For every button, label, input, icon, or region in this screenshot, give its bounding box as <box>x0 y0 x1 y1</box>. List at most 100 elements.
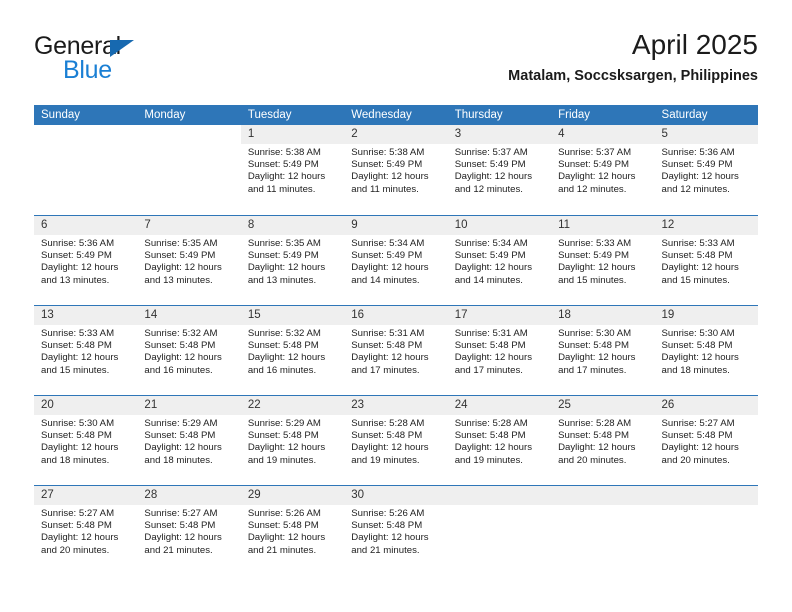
calendar-day-cell[interactable]: 18 Sunrise: 5:30 AM Sunset: 5:48 PM Dayligh… <box>551 306 655 395</box>
day-number: 27 <box>41 489 54 501</box>
calendar-day-cell[interactable]: 10 Sunrise: 5:34 AM Sunset: 5:49 PM Dayligh… <box>447 216 552 305</box>
calendar-day-cell[interactable]: 20 Sunrise: 5:30 AM Sunset: 5:48 PM Dayligh… <box>34 396 138 485</box>
daylight-text-line1: Daylight: 12 hours <box>661 171 739 183</box>
calendar-day-cell[interactable]: 9 Sunrise: 5:34 AM Sunset: 5:49 PM Daylight… <box>344 216 448 305</box>
calendar-day-cell[interactable]: 19 Sunrise: 5:30 AM Sunset: 5:48 PM Dayligh… <box>654 306 758 395</box>
day-number-band: 7 <box>137 216 241 235</box>
day-sun-info: Sunrise: 5:30 AM Sunset: 5:48 PM Daylight:… <box>655 325 758 377</box>
day-number-band: 3 <box>447 125 552 144</box>
day-number-band: 11 <box>551 216 655 235</box>
sunset-text: Sunset: 5:48 PM <box>558 340 630 352</box>
daylight-text-line2: and 21 minutes. <box>351 544 420 556</box>
day-number-band: 4 <box>551 125 655 144</box>
sunset-text: Sunset: 5:48 PM <box>41 520 112 532</box>
daylight-text-line2: and 13 minutes. <box>41 274 110 286</box>
daylight-text-line2: and 12 minutes. <box>454 183 523 195</box>
sunset-text: Sunset: 5:49 PM <box>144 250 216 262</box>
sunset-text: Sunset: 5:49 PM <box>558 159 630 171</box>
day-number: 24 <box>454 399 468 411</box>
daylight-text-line2: and 19 minutes. <box>454 454 523 466</box>
calendar-day-cell[interactable]: 12 Sunrise: 5:33 AM Sunset: 5:48 PM Dayligh… <box>654 216 758 305</box>
calendar-day-cell[interactable]: 23 Sunrise: 5:28 AM Sunset: 5:48 PM Dayligh… <box>344 396 448 485</box>
calendar-day-cell[interactable]: 21 Sunrise: 5:29 AM Sunset: 5:48 PM Dayligh… <box>137 396 241 485</box>
calendar-day-cell[interactable]: 15 Sunrise: 5:32 AM Sunset: 5:48 PM Dayligh… <box>240 306 345 395</box>
calendar-day-cell[interactable]: 24 Sunrise: 5:28 AM Sunset: 5:48 PM Dayligh… <box>447 396 552 485</box>
daylight-text-line1: Daylight: 12 hours <box>247 442 326 454</box>
day-number-band: 29 <box>240 486 345 505</box>
calendar-day-cell[interactable]: 28 Sunrise: 5:27 AM Sunset: 5:48 PM Dayligh… <box>137 486 241 575</box>
daylight-text-line1: Daylight: 12 hours <box>558 352 636 364</box>
calendar-day-cell[interactable]: 22 Sunrise: 5:29 AM Sunset: 5:48 PM Dayligh… <box>240 396 345 485</box>
day-sun-info: Sunrise: 5:29 AM Sunset: 5:48 PM Daylight:… <box>137 415 240 467</box>
daylight-text-line2: and 16 minutes. <box>144 364 213 376</box>
calendar-day-cell[interactable]: 7 Sunrise: 5:35 AM Sunset: 5:49 PM Daylight… <box>137 216 241 305</box>
sunrise-text: Sunrise: 5:28 AM <box>558 418 632 429</box>
sunset-text: Sunset: 5:49 PM <box>247 159 319 171</box>
calendar-day-cell[interactable]: 11 Sunrise: 5:33 AM Sunset: 5:49 PM Dayligh… <box>551 216 655 305</box>
day-number: 10 <box>454 219 468 231</box>
daylight-text-line2: and 12 minutes. <box>558 183 627 195</box>
daylight-text-line1: Daylight: 12 hours <box>144 262 222 274</box>
sunset-text: Sunset: 5:48 PM <box>661 430 733 442</box>
sunrise-text: Sunrise: 5:27 AM <box>41 508 115 519</box>
day-number-band: 5 <box>654 125 758 144</box>
calendar-day-cell[interactable]: 26 Sunrise: 5:27 AM Sunset: 5:48 PM Dayligh… <box>654 396 758 485</box>
calendar-day-cell[interactable]: 6 Sunrise: 5:36 AM Sunset: 5:49 PM Daylight… <box>34 216 138 305</box>
day-number: 13 <box>41 309 54 321</box>
calendar-day-cell[interactable]: 14 Sunrise: 5:32 AM Sunset: 5:48 PM Dayligh… <box>137 306 241 395</box>
daylight-text-line2: and 14 minutes. <box>454 274 523 286</box>
calendar-day-cell[interactable]: 5 Sunrise: 5:36 AM Sunset: 5:49 PM Daylight… <box>654 125 758 215</box>
calendar-day-cell[interactable]: 4 Sunrise: 5:37 AM Sunset: 5:49 PM Daylight… <box>551 125 655 215</box>
day-number: 28 <box>144 489 158 501</box>
day-number: 14 <box>144 309 158 321</box>
calendar-day-cell[interactable]: 17 Sunrise: 5:31 AM Sunset: 5:48 PM Dayligh… <box>447 306 552 395</box>
sunrise-text: Sunrise: 5:35 AM <box>144 238 218 249</box>
weekday-header-sunday: Sunday <box>41 109 81 121</box>
calendar-day-cell[interactable]: 1 Sunrise: 5:38 AM Sunset: 5:49 PM Daylight… <box>240 125 345 215</box>
calendar-day-cell[interactable]: 2 Sunrise: 5:38 AM Sunset: 5:49 PM Daylight… <box>344 125 448 215</box>
daylight-text-line2: and 18 minutes. <box>661 364 730 376</box>
calendar-day-cell[interactable]: 27 Sunrise: 5:27 AM Sunset: 5:48 PM Dayligh… <box>34 486 138 575</box>
daylight-text-line2: and 18 minutes. <box>144 454 213 466</box>
sunrise-text: Sunrise: 5:30 AM <box>661 328 735 339</box>
sunrise-text: Sunrise: 5:38 AM <box>247 147 321 158</box>
daylight-text-line2: and 20 minutes. <box>661 454 730 466</box>
sunset-text: Sunset: 5:48 PM <box>454 340 526 352</box>
calendar-day-cell[interactable]: 8 Sunrise: 5:35 AM Sunset: 5:49 PM Daylight… <box>240 216 345 305</box>
day-number: 7 <box>144 219 151 231</box>
day-number: 6 <box>41 219 48 231</box>
day-number-band: 27 <box>34 486 138 505</box>
sunset-text: Sunset: 5:48 PM <box>247 340 319 352</box>
day-sun-info: Sunrise: 5:26 AM Sunset: 5:48 PM Daylight:… <box>241 505 344 557</box>
daylight-text-line1: Daylight: 12 hours <box>351 262 429 274</box>
day-sun-info: Sunrise: 5:27 AM Sunset: 5:48 PM Daylight:… <box>137 505 240 557</box>
logo-triangle-icon <box>110 40 134 57</box>
sunrise-text: Sunrise: 5:34 AM <box>351 238 425 249</box>
calendar-day-cell[interactable]: 16 Sunrise: 5:31 AM Sunset: 5:48 PM Dayligh… <box>344 306 448 395</box>
day-number-band <box>551 486 655 505</box>
day-number: 11 <box>558 219 571 231</box>
day-number-band: 19 <box>654 306 758 325</box>
day-number-band: 30 <box>344 486 448 505</box>
sunrise-text: Sunrise: 5:33 AM <box>661 238 735 249</box>
calendar-week-row: 27 Sunrise: 5:27 AM Sunset: 5:48 PM Dayligh… <box>34 485 758 575</box>
daylight-text-line1: Daylight: 12 hours <box>454 171 533 183</box>
day-sun-info: Sunrise: 5:34 AM Sunset: 5:49 PM Daylight:… <box>448 235 551 287</box>
daylight-text-line1: Daylight: 12 hours <box>144 442 222 454</box>
title-block: April 2025 Matalam, Soccsksargen, Philip… <box>508 28 758 85</box>
day-number: 19 <box>661 309 675 321</box>
calendar-day-cell-empty <box>137 125 240 215</box>
daylight-text-line1: Daylight: 12 hours <box>144 532 222 544</box>
weekday-header-wednesday: Wednesday <box>351 109 412 121</box>
calendar-day-cell[interactable]: 3 Sunrise: 5:37 AM Sunset: 5:49 PM Daylight… <box>447 125 552 215</box>
calendar-day-cell[interactable]: 25 Sunrise: 5:28 AM Sunset: 5:48 PM Dayligh… <box>551 396 655 485</box>
day-number: 1 <box>247 128 255 140</box>
calendar-day-cell[interactable]: 29 Sunrise: 5:26 AM Sunset: 5:48 PM Dayligh… <box>240 486 345 575</box>
day-number: 15 <box>247 309 261 321</box>
day-sun-info: Sunrise: 5:33 AM Sunset: 5:48 PM Daylight:… <box>655 235 758 287</box>
calendar-day-cell-empty <box>34 125 137 215</box>
calendar-day-cell-empty <box>551 486 655 575</box>
daylight-text-line2: and 13 minutes. <box>247 274 317 286</box>
calendar-day-cell[interactable]: 13 Sunrise: 5:33 AM Sunset: 5:48 PM Dayligh… <box>34 306 138 395</box>
calendar-day-cell[interactable]: 30 Sunrise: 5:26 AM Sunset: 5:48 PM Dayligh… <box>344 486 448 575</box>
